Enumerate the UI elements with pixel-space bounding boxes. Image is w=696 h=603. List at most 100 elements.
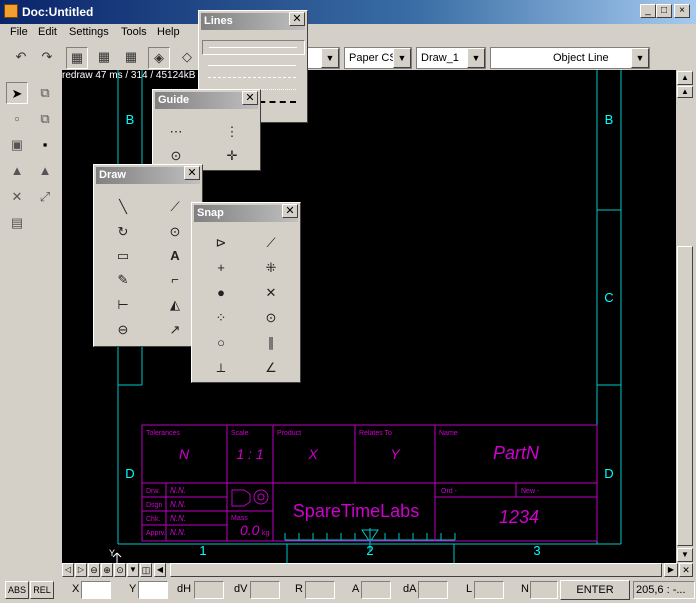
menu-help[interactable]: Help (157, 26, 180, 38)
linetype-combo[interactable]: Object Line ▼ (490, 47, 650, 69)
r-input[interactable] (305, 581, 335, 599)
dh-input[interactable] (194, 581, 224, 599)
y-input[interactable] (138, 581, 168, 599)
draw-palette[interactable]: Draw ✕ ╲ ⟋ ↻ ⊙ ▭ A ✎ ⌐ ⊢ ◭ ⊖ ↗ (93, 164, 203, 347)
snap-point-icon[interactable]: + (210, 258, 232, 278)
point-tool-icon[interactable]: ✎ (112, 270, 134, 290)
layers-icon[interactable]: ◈ (148, 47, 170, 69)
snap-intersection-icon[interactable]: ✕ (260, 283, 282, 303)
line-style-dashed[interactable] (208, 77, 296, 78)
line-style-solid[interactable] (202, 40, 305, 55)
close-view-icon[interactable]: ✕ (679, 563, 693, 577)
menu-tools[interactable]: Tools (121, 26, 147, 38)
layer-combo[interactable]: Draw_1 ▼ (416, 47, 486, 69)
tree-icon[interactable]: ▲ (34, 160, 56, 182)
menu-settings[interactable]: Settings (69, 26, 109, 38)
properties-icon[interactable]: ▤ (6, 212, 28, 234)
snap-center-icon[interactable]: ● (210, 283, 232, 303)
chevron-down-icon[interactable]: ▼ (393, 48, 411, 68)
scroll-down-icon[interactable]: ▼ (677, 548, 693, 562)
horizontal-scroll-thumb[interactable] (170, 563, 662, 577)
x-input[interactable] (81, 581, 111, 599)
polyline-tool-icon[interactable]: ⟋ (164, 197, 186, 217)
arc-tool-icon[interactable]: ↻ (112, 222, 134, 242)
zoom-out-icon[interactable]: ⊖ (88, 563, 100, 577)
snap-tangent-icon[interactable]: ○ (210, 333, 232, 353)
layer-grid-icon[interactable]: ▦ (66, 47, 88, 69)
snap-free-icon[interactable]: ⊳ (210, 233, 232, 253)
layer-stack-icon[interactable]: ▦ (93, 47, 115, 69)
guide-palette[interactable]: Guide ✕ ⋯ ⋮ ⊙ ✛ (152, 89, 261, 171)
block-icon[interactable]: ▪ (34, 134, 56, 156)
zoom-in-icon[interactable]: ⊕ (101, 563, 113, 577)
minimize-button[interactable]: _ (640, 4, 656, 18)
a-input[interactable] (361, 581, 391, 599)
cross-guide-icon[interactable]: ✛ (221, 146, 243, 166)
snap-parallel-icon[interactable]: ∥ (260, 333, 282, 353)
diameter-tool-icon[interactable]: ⊖ (112, 320, 134, 340)
select-arrow-icon[interactable]: ➤ (6, 82, 28, 104)
close-button[interactable]: × (674, 4, 690, 18)
da-input[interactable] (418, 581, 448, 599)
close-icon[interactable]: ✕ (282, 204, 298, 218)
zoom-window-icon[interactable]: ⊙ (114, 563, 126, 577)
snap-palette[interactable]: Snap ✕ ⊳ ⟋ + ⁜ ● ✕ ⁘ ⊙ ○ ∥ ⟂ ∠ (191, 202, 301, 383)
close-icon[interactable]: ✕ (184, 166, 200, 180)
coordinate-system-combo[interactable]: Paper CS ▼ (344, 47, 412, 69)
enter-button[interactable]: ENTER (560, 580, 630, 600)
select-window-icon[interactable]: ⧉ (34, 82, 56, 104)
scroll-thumb[interactable] (677, 246, 693, 546)
snap-perpendicular-icon[interactable]: ⟂ (210, 358, 232, 378)
vertical-scrollbar[interactable]: ▲ ▲ ▼ (676, 70, 694, 563)
redo-icon[interactable]: ↷ (36, 47, 58, 69)
undo-icon[interactable]: ↶ (10, 47, 32, 69)
vertical-guide-icon[interactable]: ⋮ (221, 122, 243, 142)
move-icon[interactable]: ▫ (6, 108, 28, 130)
hatch-tool-icon[interactable]: ◭ (164, 295, 186, 315)
close-icon[interactable]: ✕ (242, 91, 258, 105)
group-icon[interactable]: ▣ (6, 134, 28, 156)
line-style-thin[interactable] (208, 65, 296, 66)
l-input[interactable] (474, 581, 504, 599)
line-tool-icon[interactable]: ╲ (112, 197, 134, 217)
chevron-down-icon[interactable]: ▼ (467, 48, 485, 68)
close-icon[interactable]: ✕ (289, 12, 305, 26)
chevron-down-icon[interactable]: ▼ (631, 48, 649, 68)
copy-icon[interactable]: ⧉ (34, 108, 56, 130)
rectangle-tool-icon[interactable]: ▭ (112, 246, 134, 266)
layer-merge-icon[interactable]: ▦ (120, 47, 142, 69)
page-right-icon[interactable]: ▷ (75, 563, 87, 577)
menu-file[interactable]: File (10, 26, 28, 38)
eraser-icon[interactable]: ◇ (176, 47, 198, 69)
menu-edit[interactable]: Edit (38, 26, 57, 38)
scroll-right-icon[interactable]: ▶ (664, 563, 678, 577)
snap-endpoint-icon[interactable]: ⟋ (260, 233, 282, 253)
page-left-icon[interactable]: ◁ (62, 563, 74, 577)
rel-toggle[interactable]: REL (30, 581, 54, 599)
zoom-menu-icon[interactable]: ▼ (127, 563, 139, 577)
snap-middle-icon[interactable]: ⁘ (210, 308, 232, 328)
scroll-up-icon[interactable]: ▲ (677, 71, 693, 85)
fillet-tool-icon[interactable]: ⌐ (164, 270, 186, 290)
expand-icon[interactable]: ⤢ (34, 186, 56, 208)
snap-grid-icon[interactable]: ⁜ (260, 258, 282, 278)
n-input[interactable] (530, 581, 558, 599)
text-tool-icon[interactable]: A (164, 246, 186, 266)
scroll-up-fast-icon[interactable]: ▲ (677, 86, 693, 98)
snap-circle-center-icon[interactable]: ⊙ (260, 308, 282, 328)
dv-input[interactable] (250, 581, 280, 599)
stack-icon[interactable]: ▲ (6, 160, 28, 182)
page-view-icon[interactable]: ◫ (140, 563, 152, 577)
maximize-button[interactable]: □ (656, 4, 672, 18)
circle-tool-icon[interactable]: ⊙ (164, 222, 186, 242)
collapse-icon[interactable]: ✕ (6, 186, 28, 208)
chevron-down-icon[interactable]: ▼ (321, 48, 339, 68)
color-combo[interactable]: ▼ (306, 47, 340, 69)
circle-guide-icon[interactable]: ⊙ (165, 146, 187, 166)
scroll-left-icon[interactable]: ◀ (154, 563, 166, 577)
angle-tool-icon[interactable]: ↗ (164, 320, 186, 340)
dimension-tool-icon[interactable]: ⊢ (112, 295, 134, 315)
horizontal-guide-icon[interactable]: ⋯ (165, 122, 187, 142)
snap-angle-icon[interactable]: ∠ (260, 358, 282, 378)
abs-toggle[interactable]: ABS (5, 581, 29, 599)
